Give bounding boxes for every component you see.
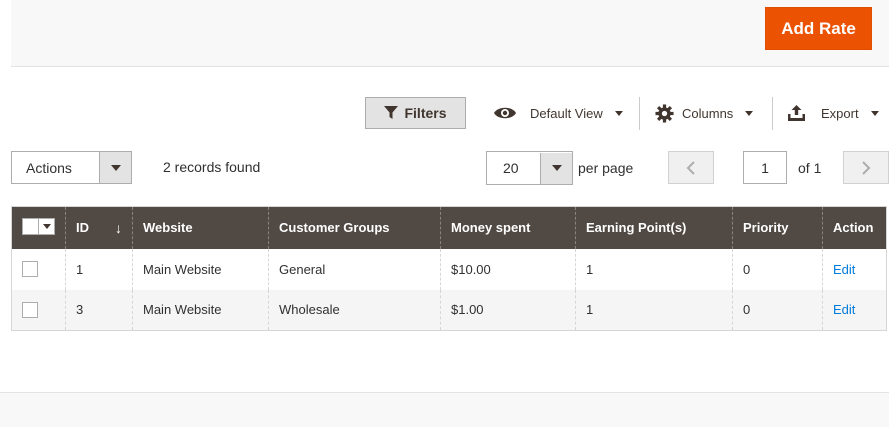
mass-select-header	[11, 206, 66, 249]
edit-link[interactable]: Edit	[833, 262, 855, 277]
view-switcher[interactable]: Default View	[493, 97, 623, 129]
cell-website: Main Website	[132, 248, 269, 290]
column-header-priority[interactable]: Priority	[732, 206, 823, 249]
column-header-customer-groups[interactable]: Customer Groups	[268, 206, 441, 249]
chevron-down-icon	[99, 152, 131, 183]
page-count: of 1	[798, 160, 822, 176]
cell-id: 1	[65, 248, 133, 290]
actions-dropdown[interactable]: Actions	[11, 151, 132, 184]
filters-button[interactable]: Filters	[365, 97, 466, 129]
columns-label: Columns	[682, 105, 734, 121]
export-control[interactable]: Export	[788, 97, 879, 129]
chevron-right-icon	[862, 160, 871, 175]
row-checkbox[interactable]	[22, 302, 38, 319]
per-page-value: 20	[503, 160, 519, 176]
cell-priority: 0	[732, 289, 823, 331]
per-page-label: per page	[578, 160, 634, 176]
row-checkbox[interactable]	[22, 261, 38, 278]
cell-earning-points: 1	[575, 248, 733, 290]
chevron-down-icon	[38, 219, 54, 235]
table-row: 1 Main Website General $10.00 1 0 Edit	[11, 248, 887, 290]
column-label: ID	[76, 219, 89, 235]
toolbar-divider	[772, 97, 773, 130]
edit-link[interactable]: Edit	[833, 302, 855, 317]
row-select-cell	[11, 248, 66, 290]
page-number-input[interactable]	[743, 151, 787, 184]
cell-action: Edit	[822, 248, 887, 290]
grid-toolbar: Filters Default View Columns Export	[0, 97, 889, 132]
mass-select-checkbox[interactable]	[22, 218, 55, 236]
column-header-action: Action	[822, 206, 887, 249]
table-row: 3 Main Website Wholesale $1.00 1 0 Edit	[11, 289, 887, 331]
cell-customer-groups: Wholesale	[268, 289, 441, 331]
view-label: Default View	[530, 105, 603, 121]
per-page-select[interactable]: 20	[486, 151, 573, 185]
chevron-down-icon	[745, 110, 754, 116]
page-footer	[0, 392, 889, 427]
toolbar-divider	[639, 97, 640, 130]
column-header-website[interactable]: Website	[132, 206, 269, 249]
columns-control[interactable]: Columns	[655, 97, 754, 129]
cell-money-spent: $1.00	[440, 289, 576, 331]
eye-icon	[494, 107, 516, 119]
records-count: 2 records found	[163, 159, 261, 175]
chevron-down-icon	[614, 110, 623, 116]
next-page-button[interactable]	[843, 151, 889, 184]
export-label: Export	[821, 105, 859, 121]
cell-website: Main Website	[132, 289, 269, 331]
grid-controls: Actions 2 records found 20 per page of 1	[0, 151, 889, 185]
gear-icon	[655, 103, 674, 123]
row-select-cell	[11, 289, 66, 331]
chevron-left-icon	[686, 160, 695, 175]
actions-label: Actions	[26, 159, 72, 176]
upload-icon	[788, 105, 805, 121]
chevron-down-icon	[540, 152, 572, 184]
add-rate-button[interactable]: Add Rate	[765, 7, 872, 50]
chevron-down-icon	[870, 110, 879, 116]
sort-arrow-icon: ↓	[115, 219, 122, 236]
funnel-icon	[384, 106, 399, 119]
column-header-earning-points[interactable]: Earning Point(s)	[575, 206, 733, 249]
page-actions-bar: Add Rate	[11, 0, 889, 67]
table-header-row: ID ↓ Website Customer Groups Money spent…	[11, 206, 887, 249]
cell-money-spent: $10.00	[440, 248, 576, 290]
cell-action: Edit	[822, 289, 887, 331]
column-header-id[interactable]: ID ↓	[65, 206, 133, 249]
column-header-money-spent[interactable]: Money spent	[440, 206, 576, 249]
filters-label: Filters	[404, 105, 447, 121]
rates-grid: ID ↓ Website Customer Groups Money spent…	[11, 206, 887, 331]
cell-priority: 0	[732, 248, 823, 290]
previous-page-button[interactable]	[668, 151, 714, 184]
cell-earning-points: 1	[575, 289, 733, 331]
cell-id: 3	[65, 289, 133, 331]
cell-customer-groups: General	[268, 248, 441, 290]
